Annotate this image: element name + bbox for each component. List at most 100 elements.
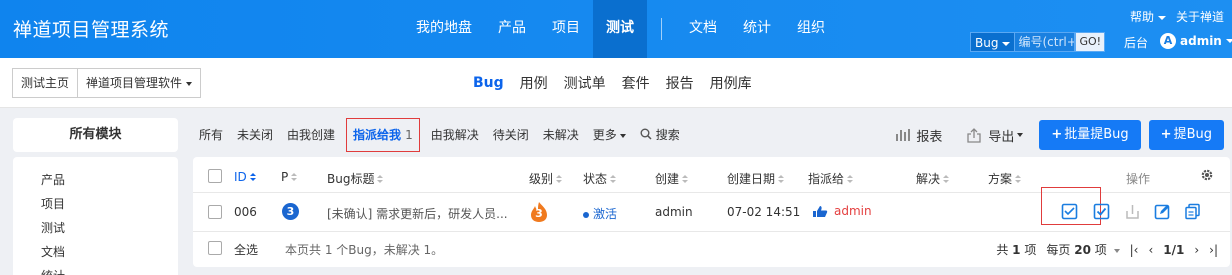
help-menu[interactable]: 帮助 — [1130, 8, 1166, 25]
app-title[interactable]: 禅道项目管理系统 — [13, 15, 169, 42]
all-modules-button[interactable]: 所有模块 — [13, 118, 178, 152]
subnav-case[interactable]: 用例 — [512, 73, 556, 93]
nav-product[interactable]: 产品 — [485, 0, 539, 58]
subnav-bug[interactable]: Bug — [465, 75, 512, 91]
per-page-select[interactable]: 每页 20 项 — [1046, 241, 1120, 258]
col-header-id[interactable]: ID — [234, 170, 257, 184]
col-header-assigned[interactable]: 指派给 — [808, 170, 854, 187]
product-switcher-label: 禅道项目管理软件 — [86, 76, 183, 90]
filter-to-close[interactable]: 待关闭 — [486, 118, 536, 152]
nav-company[interactable]: 组织 — [784, 0, 838, 58]
filter-opened-by-me[interactable]: 由我创建 — [280, 118, 342, 152]
main-nav: 我的地盘 产品 项目 测试 文档 统计 组织 — [403, 0, 838, 58]
col-header-pri[interactable]: P — [281, 170, 298, 184]
prev-page-icon[interactable]: ‹ — [1148, 243, 1153, 257]
select-all-label[interactable]: 全选 — [234, 241, 258, 258]
sort-icon — [610, 175, 617, 184]
assigned-to-link[interactable]: admin — [812, 204, 872, 218]
user-menu[interactable]: A admin — [1160, 33, 1232, 49]
bar-chart-icon — [896, 129, 911, 141]
bug-title-link[interactable]: [未确认] 需求更新后，研发人员... — [327, 205, 507, 222]
bug-id: 006 — [234, 205, 257, 219]
col-header-creator-label: 创建 — [655, 172, 680, 186]
resolve-bug-icon[interactable] — [1093, 203, 1110, 220]
filter-resolved-by-me[interactable]: 由我解决 — [424, 118, 486, 152]
module-item-doc[interactable]: 文档 — [41, 243, 65, 260]
hand-pointer-icon — [813, 205, 828, 217]
next-page-icon[interactable]: › — [1194, 243, 1199, 257]
col-header-solution[interactable]: 方案 — [988, 170, 1022, 187]
close-bug-icon[interactable] — [1124, 203, 1141, 220]
report-button[interactable]: 报表 — [887, 126, 950, 145]
filter-count-badge: 1 — [405, 128, 413, 142]
batch-create-bug-button[interactable]: + 批量提Bug — [1039, 120, 1141, 150]
sort-icon — [682, 175, 689, 184]
product-switcher[interactable]: 禅道项目管理软件 — [78, 68, 202, 98]
batch-create-label: 批量提Bug — [1064, 127, 1129, 142]
col-header-title[interactable]: Bug标题 — [327, 170, 384, 187]
last-page-icon[interactable]: ›| — [1209, 243, 1218, 257]
col-header-status-label: 状态 — [583, 172, 608, 186]
filter-unclosed[interactable]: 未关闭 — [230, 118, 280, 152]
divider — [193, 231, 1230, 232]
col-header-creator[interactable]: 创建 — [655, 170, 689, 187]
filter-assigned-to-me[interactable]: 指派给我 1 — [346, 118, 420, 152]
sub-nav: Bug 用例 测试单 套件 报告 用例库 — [465, 58, 760, 108]
subnav-testtask[interactable]: 测试单 — [556, 73, 614, 93]
search-input[interactable]: 编号(ctrl+g — [1014, 32, 1076, 52]
search-go-button[interactable]: GO! — [1075, 32, 1106, 52]
create-bug-button[interactable]: + 提Bug — [1148, 120, 1224, 150]
select-all-header-checkbox[interactable] — [208, 169, 222, 183]
nav-report[interactable]: 统计 — [730, 0, 784, 58]
col-header-actions: 操作 — [1126, 172, 1151, 186]
module-item-test[interactable]: 测试 — [41, 219, 65, 236]
col-header-assigned-label: 指派给 — [808, 172, 845, 186]
feature-bar: 所有模块 所有 未关闭 由我创建 指派给我 1 由我解决 待关闭 未解决 更多 搜… — [0, 108, 1232, 156]
col-header-severity[interactable]: 级别 — [529, 170, 563, 187]
pager-total-unit: 项 — [1024, 243, 1037, 257]
chevron-down-icon — [1225, 39, 1232, 43]
search-toggle[interactable]: 搜索 — [633, 118, 687, 152]
creator: admin — [655, 205, 693, 219]
subnav-report[interactable]: 报告 — [658, 73, 702, 93]
nav-doc[interactable]: 文档 — [676, 0, 730, 58]
breadcrumb-test-home[interactable]: 测试主页 — [12, 68, 79, 98]
subnav-suite[interactable]: 套件 — [614, 73, 658, 93]
nav-my[interactable]: 我的地盘 — [403, 0, 485, 58]
select-all-checkbox[interactable] — [208, 241, 222, 255]
backend-link[interactable]: 后台 — [1124, 34, 1148, 51]
nav-test[interactable]: 测试 — [593, 0, 647, 58]
export-menu[interactable]: 导出 — [958, 126, 1031, 145]
filter-assigned-label: 指派给我 — [353, 128, 402, 142]
module-item-project[interactable]: 项目 — [41, 195, 65, 212]
export-icon — [967, 127, 981, 143]
copy-bug-icon[interactable] — [1184, 203, 1201, 220]
nav-project[interactable]: 项目 — [539, 0, 593, 58]
col-header-date[interactable]: 创建日期 — [727, 170, 785, 187]
status-text: 激活 — [583, 205, 617, 222]
col-header-date-label: 创建日期 — [727, 172, 776, 186]
filter-unresolved[interactable]: 未解决 — [536, 118, 586, 152]
toolbar-actions: 报表 导出 + 批量提Bug + 提Bug — [887, 118, 1224, 152]
confirm-bug-icon[interactable] — [1061, 203, 1078, 220]
chevron-down-icon — [1017, 133, 1024, 137]
col-header-status[interactable]: 状态 — [583, 170, 617, 187]
first-page-icon[interactable]: |‹ — [1130, 243, 1139, 257]
subnav-caselib[interactable]: 用例库 — [702, 73, 760, 93]
about-link[interactable]: 关于禅道 — [1176, 8, 1224, 25]
col-header-pri-label: P — [281, 170, 289, 184]
edit-bug-icon[interactable] — [1154, 203, 1171, 220]
col-header-solution-label: 方案 — [988, 172, 1013, 186]
module-item-product[interactable]: 产品 — [41, 171, 65, 188]
filter-all[interactable]: 所有 — [192, 118, 230, 152]
export-label: 导出 — [988, 129, 1015, 145]
row-checkbox[interactable] — [208, 205, 222, 219]
filter-more[interactable]: 更多 — [586, 118, 633, 152]
col-header-id-label: ID — [234, 170, 247, 184]
col-header-resolved[interactable]: 解决 — [916, 170, 950, 187]
module-item-report[interactable]: 统计 — [41, 267, 65, 275]
chevron-down-icon — [1113, 248, 1120, 253]
search-type-select[interactable]: Bug — [970, 32, 1015, 52]
gear-icon[interactable] — [1200, 168, 1214, 182]
per-page-value: 20 — [1074, 243, 1091, 257]
